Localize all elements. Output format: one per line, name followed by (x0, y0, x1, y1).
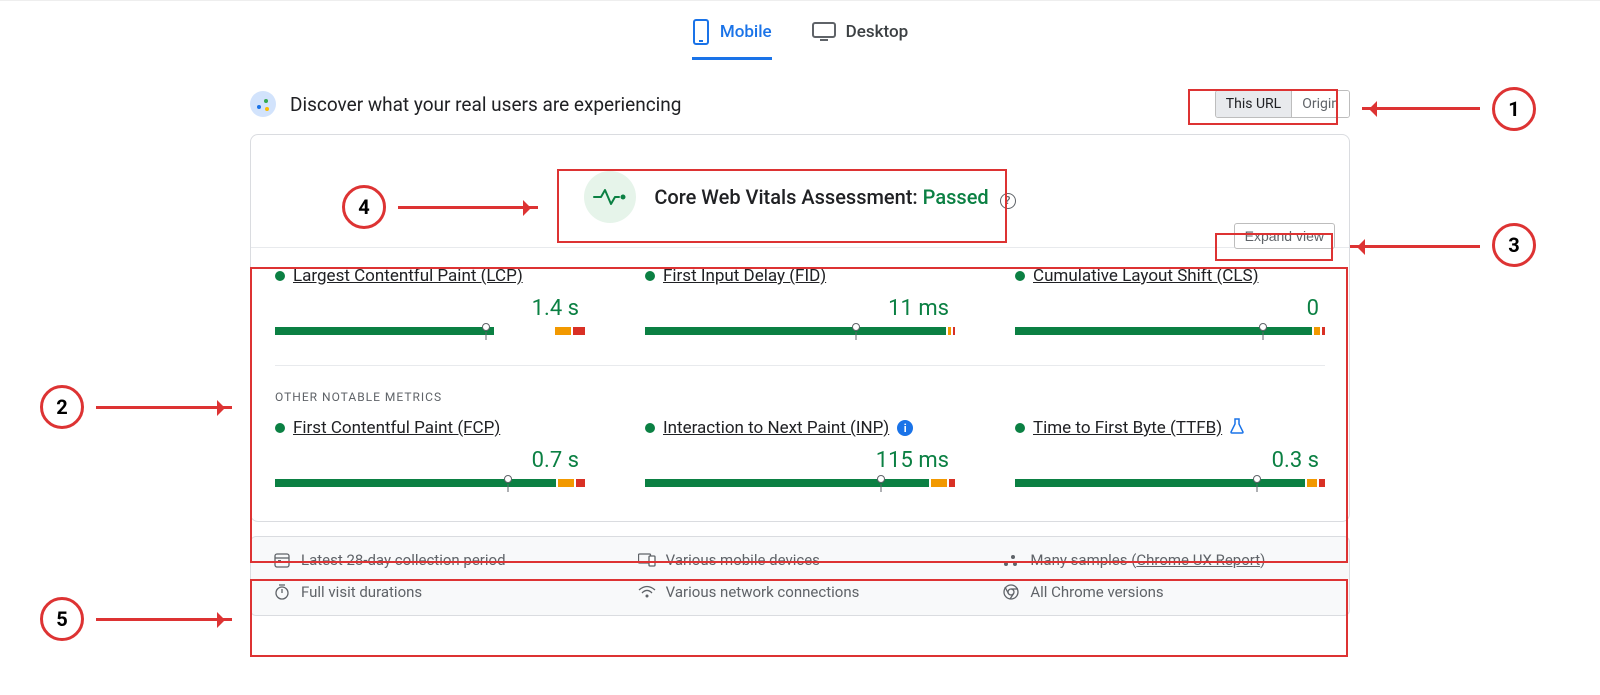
metric-fid-value: 11 ms (645, 296, 955, 321)
scope-origin[interactable]: Origin (1291, 91, 1349, 117)
crux-icon (250, 91, 276, 117)
assessment-label: Core Web Vitals Assessment: (654, 185, 922, 209)
info-samples: Many samples (Chrome UX Report) (1002, 551, 1327, 569)
metric-fid-marker (852, 323, 860, 331)
metric-ttfb-value: 0.3 s (1015, 448, 1325, 473)
metric-lcp-name[interactable]: Largest Contentful Paint (LCP) (293, 266, 523, 286)
status-dot (645, 271, 655, 281)
tab-desktop[interactable]: Desktop (812, 19, 908, 60)
callout-1: 1 (1492, 87, 1536, 131)
metric-fcp-name[interactable]: First Contentful Paint (FCP) (293, 418, 500, 438)
tab-mobile[interactable]: Mobile (692, 19, 772, 60)
tab-mobile-label: Mobile (720, 22, 772, 42)
metric-fcp: First Contentful Paint (FCP) 0.7 s (275, 418, 585, 495)
metric-lcp-marker (482, 323, 490, 331)
metric-cls-value: 0 (1015, 296, 1325, 321)
metric-lcp: Largest Contentful Paint (LCP) 1.4 s (275, 266, 585, 343)
wifi-icon (638, 585, 656, 599)
metric-inp-marker (877, 475, 885, 483)
mobile-icon (692, 19, 710, 45)
expand-view-button[interactable]: Expand view (1234, 223, 1335, 249)
metric-cls-name[interactable]: Cumulative Layout Shift (CLS) (1033, 266, 1259, 286)
metric-inp-value: 115 ms (645, 448, 955, 473)
metric-fid: First Input Delay (FID) 11 ms (645, 266, 955, 343)
help-icon[interactable]: ? (1000, 193, 1016, 209)
device-tabs: Mobile Desktop (0, 1, 1600, 72)
core-metrics: Largest Contentful Paint (LCP) 1.4 s Fir… (275, 266, 1325, 343)
metric-lcp-value: 1.4 s (275, 296, 585, 321)
info-versions: All Chrome versions (1002, 583, 1327, 601)
metric-cls-marker (1259, 323, 1267, 331)
discover-heading: Discover what your real users are experi… (290, 93, 681, 116)
scope-toggle: This URL Origin (1215, 90, 1350, 118)
metric-fcp-value: 0.7 s (275, 448, 585, 473)
experimental-icon[interactable] (1230, 418, 1244, 438)
arrow-3 (1350, 245, 1480, 248)
info-durations: Full visit durations (273, 583, 598, 601)
metric-fid-name[interactable]: First Input Delay (FID) (663, 266, 826, 286)
arrow-5 (96, 618, 232, 621)
status-dot (1015, 271, 1025, 281)
metric-inp-bar (645, 479, 955, 487)
devices-icon (638, 553, 656, 567)
status-dot (275, 271, 285, 281)
crux-report-link[interactable]: Chrome UX Report (1136, 551, 1260, 569)
scope-this-url[interactable]: This URL (1216, 91, 1291, 117)
callout-5: 5 (40, 597, 84, 641)
metric-inp-name[interactable]: Interaction to Next Paint (INP) (663, 418, 889, 438)
arrow-2 (96, 406, 232, 409)
other-metrics: First Contentful Paint (FCP) 0.7 s Inter… (275, 418, 1325, 515)
status-dot (275, 423, 285, 433)
desktop-icon (812, 22, 836, 42)
info-period: Latest 28-day collection period (273, 551, 598, 569)
scatter-icon (1002, 552, 1020, 568)
metric-ttfb: Time to First Byte (TTFB) 0.3 s (1015, 418, 1325, 495)
metric-fid-bar (645, 327, 955, 335)
metric-fcp-marker (504, 475, 512, 483)
assessment-text: Core Web Vitals Assessment: Passed ? (654, 185, 1015, 209)
callout-3: 3 (1492, 223, 1536, 267)
discover-row: Discover what your real users are experi… (250, 90, 1350, 118)
metric-fcp-bar (275, 479, 585, 487)
pulse-icon (584, 171, 636, 223)
assessment-row: Core Web Vitals Assessment: Passed ? (251, 155, 1349, 247)
metric-cls: Cumulative Layout Shift (CLS) 0 (1015, 266, 1325, 343)
arrow-4 (398, 206, 538, 209)
metric-lcp-bar (275, 327, 585, 335)
metric-inp: Interaction to Next Paint (INP) i 115 ms (645, 418, 955, 495)
status-dot (1015, 423, 1025, 433)
other-metrics-label: OTHER NOTABLE METRICS (275, 390, 1325, 404)
calendar-icon (273, 552, 291, 568)
metric-cls-bar (1015, 327, 1325, 335)
field-data-card: Core Web Vitals Assessment: Passed ? Exp… (250, 134, 1350, 522)
metric-ttfb-name[interactable]: Time to First Byte (TTFB) (1033, 418, 1222, 438)
metric-ttfb-marker (1253, 475, 1261, 483)
info-devices: Various mobile devices (638, 551, 963, 569)
collection-info: Latest 28-day collection period Various … (250, 536, 1350, 616)
arrow-1 (1362, 107, 1480, 110)
tab-desktop-label: Desktop (846, 22, 908, 42)
status-dot (645, 423, 655, 433)
timer-icon (273, 584, 291, 600)
assessment-status: Passed (923, 185, 989, 209)
chrome-icon (1002, 584, 1020, 600)
info-network: Various network connections (638, 583, 963, 601)
callout-2: 2 (40, 385, 84, 429)
metric-ttfb-bar (1015, 479, 1325, 487)
info-icon[interactable]: i (897, 420, 913, 436)
